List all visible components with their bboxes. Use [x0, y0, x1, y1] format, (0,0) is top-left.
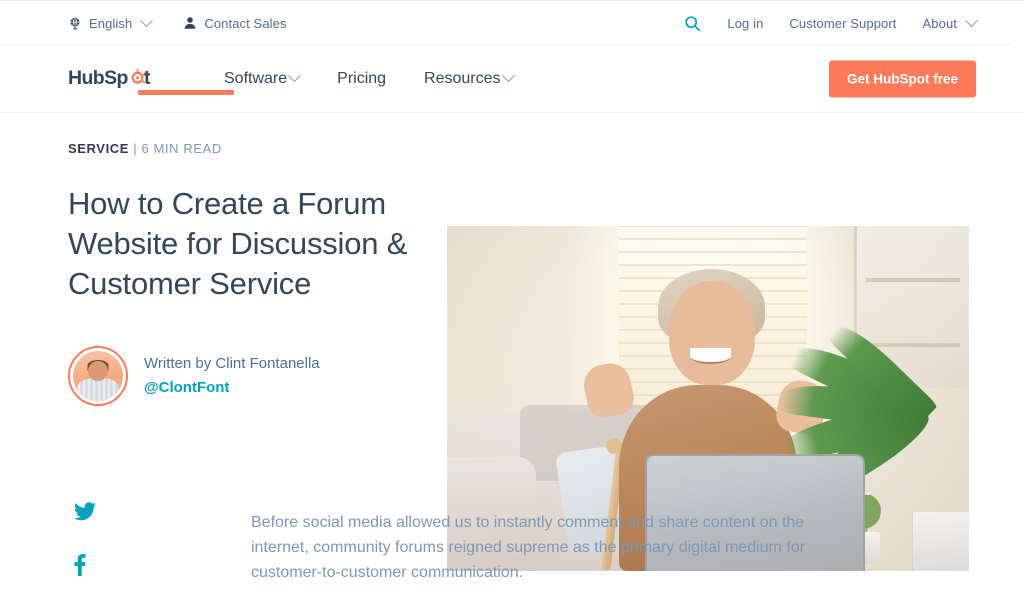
nav-item-software[interactable]: Software — [224, 69, 302, 88]
article-eyebrow: SERVICE | 6 MIN READ — [68, 141, 418, 156]
customer-support-label: Customer Support — [789, 16, 897, 31]
author-name: Written by Clint Fontanella — [144, 354, 320, 372]
utility-bar-left: English Contact Sales — [68, 13, 287, 31]
customer-support-link[interactable]: Customer Support — [789, 17, 896, 30]
article-text-column: SERVICE | 6 MIN READ How to Create a For… — [68, 141, 418, 406]
chevron-down-icon — [140, 13, 154, 27]
byline-text: Written by Clint Fontanella @ClontFont — [144, 354, 320, 399]
avatar-image — [73, 351, 123, 401]
search-icon — [684, 15, 701, 32]
person-icon — [183, 16, 197, 30]
nav-item-pricing-label: Pricing — [337, 69, 387, 87]
about-menu[interactable]: About — [922, 14, 978, 31]
language-selector[interactable]: English — [68, 13, 154, 31]
login-link[interactable]: Log in — [727, 17, 763, 30]
svg-text:t: t — [144, 67, 151, 89]
globe-icon — [68, 16, 82, 30]
about-label: About — [922, 16, 957, 31]
nav-item-resources[interactable]: Resources — [424, 69, 515, 88]
chevron-down-icon — [965, 14, 978, 28]
hubspot-logo[interactable]: HubSp t — [68, 64, 234, 95]
nav-item-pricing[interactable]: Pricing — [337, 70, 386, 88]
avatar[interactable] — [68, 346, 128, 406]
article-category[interactable]: SERVICE — [68, 141, 129, 156]
login-label: Log in — [727, 16, 764, 31]
author-byline: Written by Clint Fontanella @ClontFont — [68, 346, 418, 406]
utility-bar: English Contact Sales Log in Customer Su… — [0, 0, 1024, 45]
search-button[interactable] — [684, 15, 701, 32]
logo-underline-bar — [138, 89, 234, 95]
social-share-rail — [74, 502, 96, 581]
contact-sales-label: Contact Sales — [204, 15, 287, 31]
article-intro-paragraph: Before social media allowed us to instan… — [251, 514, 805, 581]
article-read-time: | 6 MIN READ — [133, 141, 222, 156]
svg-text:HubSp: HubSp — [68, 67, 129, 89]
page-title: How to Create a Forum Website for Discus… — [68, 186, 408, 301]
main-navigation: HubSp t Software Pricing Resources Get H… — [0, 45, 1024, 113]
nav-item-software-label: Software — [224, 69, 288, 87]
author-handle[interactable]: @ClontFont — [144, 378, 320, 398]
contact-sales-link[interactable]: Contact Sales — [183, 16, 286, 30]
nav-item-resources-label: Resources — [424, 69, 501, 87]
utility-bar-right: Log in Customer Support About — [684, 1, 978, 46]
facebook-icon[interactable] — [74, 554, 96, 581]
page-root: English Contact Sales Log in Customer Su… — [0, 0, 1024, 594]
twitter-icon[interactable] — [74, 502, 96, 526]
avatar-head — [88, 361, 108, 381]
language-label: English — [89, 15, 133, 31]
article-header: SERVICE | 6 MIN READ How to Create a For… — [0, 113, 1024, 571]
chevron-down-icon — [288, 69, 302, 83]
chevron-down-icon — [501, 69, 515, 83]
nav-links: Software Pricing Resources — [224, 69, 515, 88]
avatar-body — [77, 378, 119, 401]
get-hubspot-free-button[interactable]: Get HubSpot free — [828, 60, 976, 97]
